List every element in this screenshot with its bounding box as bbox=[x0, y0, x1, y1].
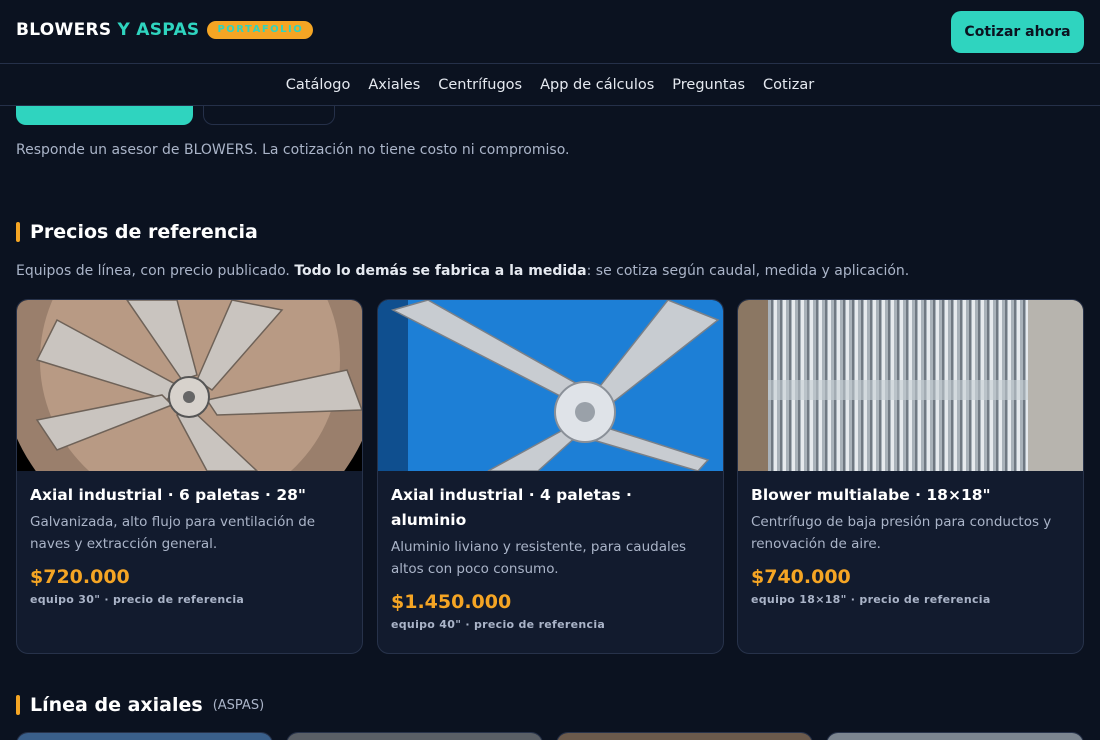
product-meta: equipo 18×18" · precio de referencia bbox=[751, 593, 991, 606]
secondary-action-button[interactable] bbox=[203, 106, 335, 125]
nav-item-cotizar[interactable]: Cotizar bbox=[763, 77, 814, 93]
product-description: Aluminio liviano y resistente, para caud… bbox=[391, 539, 687, 577]
prices-section-title: Precios de referencia bbox=[30, 221, 258, 243]
brand-word-blowers: BLOWERS bbox=[16, 20, 112, 40]
prices-intro-bold: Todo lo demás se fabrica a la medida bbox=[294, 263, 587, 279]
heading-accent-bar bbox=[16, 222, 20, 242]
product-name: Axial industrial · 4 paletas · aluminio bbox=[391, 486, 632, 529]
product-name: Blower multialabe · 18×18" bbox=[751, 486, 991, 504]
product-card[interactable]: Blower multialabe · 18×18" Centrífugo de… bbox=[737, 299, 1084, 654]
prices-intro-text: Equipos de línea, con precio publicado. bbox=[16, 263, 295, 279]
product-image-axial-4 bbox=[378, 300, 723, 471]
quote-now-button[interactable]: Cotizar ahora bbox=[951, 11, 1084, 53]
product-meta: equipo 40" · precio de referencia bbox=[391, 618, 606, 631]
contact-note: Responde un asesor de BLOWERS. La cotiza… bbox=[16, 142, 570, 158]
axial-section-subtitle: (ASPAS) bbox=[212, 697, 265, 713]
product-price: $740.000 bbox=[751, 566, 851, 588]
product-image-blower bbox=[738, 300, 1083, 471]
axial-card-peek[interactable] bbox=[826, 732, 1084, 740]
axial-card-peek[interactable] bbox=[16, 732, 273, 740]
prices-section-heading: Precios de referencia bbox=[16, 221, 258, 243]
nav-item-axiales[interactable]: Axiales bbox=[368, 77, 420, 93]
product-card[interactable]: Axial industrial · 6 paletas · 28" Galva… bbox=[16, 299, 363, 654]
product-meta: equipo 30" · precio de referencia bbox=[30, 593, 245, 606]
product-name: Axial industrial · 6 paletas · 28" bbox=[30, 486, 306, 504]
portfolio-badge: PORTAFOLIO bbox=[207, 21, 314, 39]
heading-accent-bar bbox=[16, 695, 20, 715]
product-description: Centrífugo de baja presión para conducto… bbox=[751, 514, 1052, 552]
nav-item-catalogo[interactable]: Catálogo bbox=[286, 77, 351, 93]
axial-section-heading: Línea de axiales (ASPAS) bbox=[16, 694, 264, 716]
product-image-axial-6 bbox=[17, 300, 362, 471]
product-price: $1.450.000 bbox=[391, 591, 512, 613]
nav-item-centrifugos[interactable]: Centrífugos bbox=[438, 77, 522, 93]
axial-section-title: Línea de axiales bbox=[30, 694, 203, 716]
top-bar: BLOWERS Y ASPAS PORTAFOLIO Cotizar ahora bbox=[0, 0, 1100, 64]
nav-item-app-calculos[interactable]: App de cálculos bbox=[540, 77, 654, 93]
axial-card-peek[interactable] bbox=[556, 732, 813, 740]
product-price: $720.000 bbox=[30, 566, 130, 588]
product-card[interactable]: Axial industrial · 4 paletas · aluminio … bbox=[377, 299, 724, 654]
primary-action-button[interactable] bbox=[16, 106, 193, 125]
brand-word-aspas: Y ASPAS bbox=[117, 20, 200, 40]
product-description: Galvanizada, alto flujo para ventilación… bbox=[30, 514, 316, 552]
main-nav: Catálogo Axiales Centrífugos App de cálc… bbox=[0, 65, 1100, 106]
nav-item-preguntas[interactable]: Preguntas bbox=[672, 77, 745, 93]
brand-logo[interactable]: BLOWERS Y ASPAS PORTAFOLIO bbox=[16, 20, 314, 40]
prices-intro: Equipos de línea, con precio publicado. … bbox=[16, 263, 909, 279]
prices-intro-rest: : se cotiza según caudal, medida y aplic… bbox=[586, 263, 910, 279]
axial-card-peek[interactable] bbox=[286, 732, 543, 740]
